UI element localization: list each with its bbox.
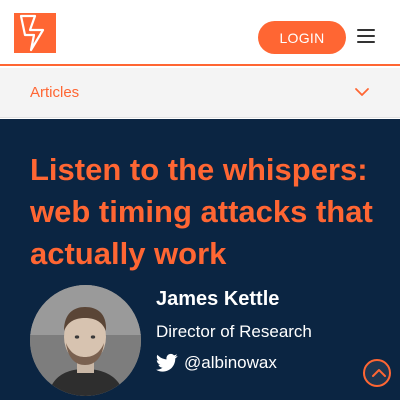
menu-line	[357, 29, 375, 31]
hamburger-menu-icon[interactable]	[357, 29, 375, 43]
twitter-bird-icon	[156, 353, 178, 372]
article-hero: Listen to the whispers: web timing attac…	[0, 119, 400, 400]
site-header: LOGIN	[0, 0, 400, 66]
author-avatar	[30, 285, 141, 396]
scroll-to-top-button[interactable]	[363, 359, 391, 387]
articles-label: Articles	[30, 84, 80, 101]
chevron-up-circle-icon	[372, 369, 386, 377]
menu-line	[357, 41, 375, 43]
author-twitter-link[interactable]: @albinowax	[156, 351, 277, 375]
chevron-down-icon	[355, 88, 369, 96]
twitter-handle: @albinowax	[184, 353, 277, 372]
menu-line	[357, 35, 375, 37]
author-name: James Kettle	[156, 288, 280, 310]
lightning-bolt-logo-icon[interactable]	[14, 13, 56, 53]
articles-dropdown[interactable]: Articles	[0, 68, 400, 118]
article-title: Listen to the whispers: web timing attac…	[30, 152, 373, 271]
login-button[interactable]: LOGIN	[258, 21, 346, 54]
author-role: Director of Research	[156, 322, 312, 341]
